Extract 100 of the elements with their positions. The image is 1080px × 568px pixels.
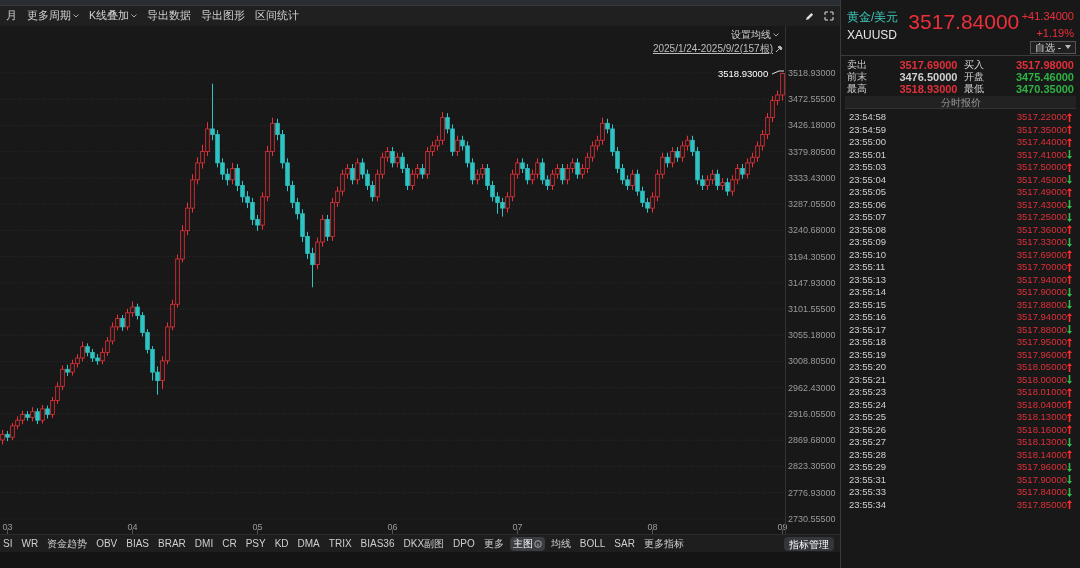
- tick-time: 23:55:21: [849, 372, 886, 387]
- tick-price: 3517.41000: [1016, 147, 1067, 162]
- tick-price: 3517.22000: [1016, 110, 1067, 125]
- toolbar-button[interactable]: 区间统计: [255, 8, 299, 24]
- indicator-tab[interactable]: DMI: [191, 536, 217, 551]
- stat-label: 卖出: [847, 59, 867, 71]
- indicator-tab[interactable]: DMA: [294, 536, 323, 551]
- indicator-tab[interactable]: 更多: [480, 536, 507, 551]
- tick-time: 23:55:05: [849, 185, 886, 200]
- tick-price: 3518.16000: [1016, 422, 1067, 437]
- tick-time: 23:55:14: [849, 285, 886, 300]
- tick-time: 23:55:06: [849, 197, 886, 212]
- stat-value: 3517.69000: [899, 59, 958, 71]
- fullscreen-icon[interactable]: [824, 11, 834, 21]
- indicator-tab[interactable]: OBV: [93, 536, 121, 551]
- toolbar-button[interactable]: 导出图形: [201, 8, 245, 24]
- tick-price: 3517.95000: [1016, 335, 1067, 350]
- indicator-tab[interactable]: DKX副图: [400, 536, 448, 551]
- stat-value: 3518.93000: [899, 83, 958, 95]
- tick-price: 3518.00000: [1016, 372, 1067, 387]
- indicator-tab[interactable]: 主图: [509, 536, 545, 551]
- y-axis-label: 2776.93000: [788, 486, 836, 500]
- info-icon: [533, 539, 542, 548]
- y-axis-label: 2916.05500: [788, 407, 836, 421]
- watchlist-dropdown[interactable]: 自选 -: [1029, 40, 1076, 54]
- tick-price: 3517.25000: [1016, 210, 1067, 225]
- toolbar-button[interactable]: K线叠加: [89, 8, 137, 24]
- date-range: 2025/1/24-2025/9/2(157根): [652, 42, 773, 56]
- stat-label: 开盘: [963, 71, 984, 83]
- pin-icon[interactable]: [775, 44, 783, 53]
- x-axis-label: 03: [2, 521, 13, 534]
- tick-price: 3517.88000: [1016, 322, 1067, 337]
- indicator-tab[interactable]: KD: [271, 536, 292, 551]
- stat-value: 3517.98000: [1015, 59, 1074, 71]
- instrument-symbol: XAUUSD: [847, 27, 898, 44]
- toolbar-button[interactable]: 导出数据: [147, 8, 191, 24]
- tick-price: 3518.04000: [1016, 397, 1067, 412]
- indicator-tab[interactable]: WR: [18, 536, 42, 551]
- tick-time: 23:55:24: [849, 397, 886, 412]
- indicator-tab[interactable]: SAR: [611, 536, 638, 551]
- indicator-tab[interactable]: BRAR: [155, 536, 189, 551]
- tick-time: 23:55:08: [849, 222, 886, 237]
- y-axis-label: 3518.93000: [788, 66, 836, 80]
- indicator-tab[interactable]: DPO: [450, 536, 478, 551]
- tick-time: 23:55:27: [849, 435, 886, 450]
- tick-time: 23:55:15: [849, 297, 886, 312]
- indicator-tab[interactable]: 均线: [547, 536, 574, 551]
- y-axis-label: 2869.68000: [788, 434, 836, 448]
- tick-time: 23:55:11: [849, 260, 886, 275]
- indicator-tab[interactable]: SI: [0, 536, 16, 551]
- y-axis-label: 3240.68000: [788, 224, 836, 238]
- tick-price: 3517.45000: [1016, 172, 1067, 187]
- indicator-tab[interactable]: 更多指标: [640, 536, 687, 551]
- ma-setting-button[interactable]: 设置均线: [731, 27, 779, 42]
- tick-time: 23:54:58: [849, 110, 886, 125]
- scroll-bar[interactable]: [0, 552, 840, 568]
- tick-time: 23:55:09: [849, 235, 886, 250]
- tick-time: 23:55:29: [849, 460, 886, 475]
- tick-price: 3517.94000: [1016, 272, 1067, 287]
- tick-price: 3517.90000: [1016, 472, 1067, 487]
- indicator-tab[interactable]: 资金趋势: [44, 536, 91, 551]
- y-axis-label: 3101.55500: [788, 303, 836, 317]
- y-axis-label: 2962.43000: [788, 381, 836, 395]
- price-change: +41.34000: [1021, 9, 1074, 24]
- tick-price: 3518.13000: [1016, 410, 1067, 425]
- tick-price: 3518.13000: [1016, 435, 1067, 450]
- caret-icon: [73, 14, 79, 18]
- indicator-tab[interactable]: BOLL: [576, 536, 609, 551]
- y-axis-label: 3379.80500: [788, 145, 836, 159]
- leader-line: [772, 70, 784, 75]
- caret-icon: [131, 14, 137, 18]
- tick-price: 3517.33000: [1016, 235, 1067, 250]
- tick-price: 3517.84000: [1016, 485, 1067, 500]
- last-price: 3517.84000: [908, 9, 1020, 35]
- caret-icon: [773, 32, 779, 37]
- tick-time: 23:55:20: [849, 360, 886, 375]
- tick-time: 23:55:23: [849, 385, 886, 400]
- toolbar-button[interactable]: 月: [6, 8, 17, 24]
- indicator-tab[interactable]: BIAS: [123, 536, 153, 551]
- tick-time: 23:55:01: [849, 147, 886, 162]
- tick-time: 23:55:34: [849, 497, 886, 512]
- tick-price: 3518.05000: [1016, 360, 1067, 375]
- tick-time: 23:55:33: [849, 485, 886, 500]
- indicator-tab[interactable]: CR: [219, 536, 240, 551]
- indicator-tab[interactable]: TRIX: [325, 536, 355, 551]
- toolbar-button[interactable]: 更多周期: [27, 8, 79, 24]
- tick-price: 3517.94000: [1016, 310, 1067, 325]
- stat-label: 买入: [963, 59, 984, 71]
- tick-time: 23:55:13: [849, 272, 886, 287]
- tick-time: 23:55:10: [849, 247, 886, 262]
- indicator-tab[interactable]: BIAS36: [357, 536, 398, 551]
- pencil-icon[interactable]: [805, 11, 814, 21]
- indicator-tab[interactable]: PSY: [242, 536, 269, 551]
- x-axis-label: 04: [127, 521, 138, 534]
- stat-value: 3475.46000: [1015, 71, 1074, 83]
- stat-label: 前末: [847, 71, 867, 83]
- tick-price: 3517.49000: [1016, 185, 1067, 200]
- x-axis-label: 08: [647, 521, 658, 534]
- x-axis-label: 06: [387, 521, 398, 534]
- indicator-manage-button[interactable]: 指标管理: [784, 536, 834, 551]
